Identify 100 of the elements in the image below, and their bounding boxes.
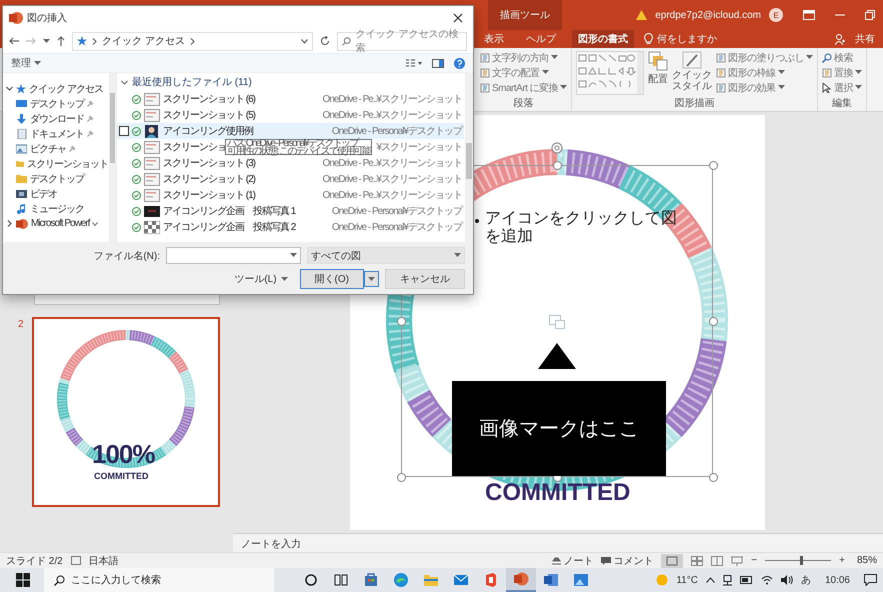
file-type-dropdown[interactable]: すべての図 [307, 247, 465, 264]
notification-icon[interactable] [864, 574, 877, 586]
file-name[interactable]: アイコンリング企画 投稿写真 1 [163, 206, 296, 217]
file-name[interactable]: アイコンリング企画 投稿写真 2 [163, 222, 296, 233]
search-field[interactable]: ここに入力して検索 [44, 568, 274, 592]
open-button[interactable]: 開く(O) [300, 269, 364, 289]
nav-item[interactable]: Microsoft Powerf [3, 216, 108, 231]
chevron-down-icon[interactable] [6, 85, 13, 92]
shapes-gallery[interactable] [576, 51, 644, 95]
chevron-up-icon[interactable] [706, 577, 715, 583]
caret-icon [454, 253, 461, 258]
wifi-icon[interactable] [760, 575, 773, 585]
file-name[interactable]: スクリーンショット (3) [163, 158, 255, 169]
cancel-button[interactable]: キャンセル [385, 269, 465, 289]
lightbulb-icon [644, 33, 653, 45]
account-email[interactable]: eprdpe7p2@icloud.com [655, 10, 761, 20]
language-label[interactable]: 日本語 [88, 554, 119, 568]
ribbon-command[interactable]: 図形の効果 [716, 81, 814, 94]
nav-item[interactable]: ミュージック [3, 201, 108, 216]
nav-item[interactable]: スクリーンショット [3, 156, 108, 171]
nav-item[interactable]: デスクトップ [3, 171, 108, 186]
slideshow-icon[interactable] [731, 556, 744, 566]
selected-file-row[interactable]: アイコンリング使用例 OneDrive - Personal¥デスクトップ [117, 123, 464, 139]
input-method-indicator[interactable]: あ [800, 573, 811, 587]
zoom-in-button[interactable]: + [839, 555, 845, 566]
file-name[interactable]: スクリーンショット (2) [163, 174, 255, 185]
ribbon-command[interactable]: 文字の配置 [480, 66, 568, 79]
ribbon-command[interactable]: 選択 [822, 81, 862, 94]
chevron-down-icon[interactable] [121, 78, 128, 86]
notes-field[interactable]: ノートを入力 [233, 533, 883, 554]
scrollbar[interactable] [109, 73, 116, 242]
preview-pane-icon[interactable] [432, 58, 444, 68]
nav-item[interactable]: デスクトップ [3, 96, 108, 111]
ribbon-tab[interactable]: 表示 [478, 30, 510, 48]
clock-time[interactable]: 10:06 [824, 574, 850, 586]
windows-logo-icon[interactable] [16, 573, 30, 587]
ribbon-command[interactable]: 置換 [822, 66, 862, 79]
battery-icon[interactable] [740, 576, 753, 584]
open-dropdown-button[interactable] [364, 271, 379, 287]
resize-handle[interactable] [397, 473, 406, 482]
comments-button[interactable]: コメント [601, 554, 654, 568]
checkbox[interactable] [119, 126, 129, 136]
person-icon [835, 34, 845, 44]
file-name[interactable]: アイコンリング使用例 [163, 126, 253, 137]
quick-style-button[interactable]: クイックスタイル [672, 51, 712, 92]
nav-item[interactable]: ピクチャ [3, 141, 108, 156]
notes-button[interactable]: ノート [552, 554, 594, 568]
resize-handle[interactable] [709, 161, 718, 170]
zoom-slider-thumb[interactable] [800, 556, 804, 565]
ribbon-tab[interactable]: 図形の書式 [572, 30, 634, 48]
nav-item[interactable]: ドキュメント [3, 126, 108, 141]
address-bar[interactable]: クイック アクセス [72, 32, 313, 50]
ribbon-command[interactable]: 図形の枠線 [716, 66, 814, 79]
ribbon-command[interactable]: 図形の塗りつぶし [716, 51, 814, 64]
file-location: OneDrive - Personal¥デスクトップ [332, 206, 462, 217]
powerpoint-app-icon[interactable] [506, 568, 536, 592]
group-header[interactable]: 最近使用したファイル (11) [117, 73, 464, 91]
resize-handle[interactable] [709, 473, 718, 482]
file-name[interactable]: スクリーンショ [163, 142, 226, 153]
search-icon [822, 52, 832, 62]
slide-sorter-icon[interactable] [691, 556, 704, 566]
powerpoint-icon [9, 12, 23, 24]
scrollbar[interactable] [465, 73, 473, 242]
reading-view-icon[interactable] [711, 556, 724, 566]
file-name-field[interactable] [166, 247, 301, 264]
weather-text[interactable]: 11°C [676, 574, 698, 586]
share-button[interactable]: 共有 [855, 32, 875, 46]
ribbon-tab[interactable]: ヘルプ [520, 30, 562, 48]
zoom-out-button[interactable]: − [751, 555, 758, 566]
help-icon[interactable] [454, 58, 465, 68]
nav-item[interactable]: ビデオ [3, 186, 108, 201]
chevron-right-icon[interactable] [6, 220, 13, 227]
file-name[interactable]: スクリーンショット (6) [163, 94, 255, 105]
arrange-button[interactable]: 配置 [648, 51, 668, 86]
ribbon-display-icon[interactable] [803, 10, 815, 20]
organize-menu[interactable]: 整理 [11, 56, 41, 70]
ribbon-command[interactable]: 検索 [822, 51, 862, 64]
back-arrow-icon[interactable] [9, 37, 19, 45]
file-name[interactable]: スクリーンショット (1) [163, 190, 255, 201]
rotate-handle[interactable] [551, 142, 563, 154]
avatar[interactable]: E [769, 8, 783, 22]
tell-me-field[interactable]: 何をしますか [657, 32, 717, 46]
zoom-level[interactable]: 85% [856, 555, 877, 566]
device-icon[interactable] [722, 574, 732, 586]
speaker-icon[interactable] [780, 575, 793, 585]
caret-icon [280, 276, 288, 282]
close-icon[interactable] [453, 12, 463, 22]
refresh-icon[interactable] [320, 36, 330, 46]
tools-menu[interactable]: ツール(L) [234, 272, 288, 286]
triangle-shape [538, 343, 576, 369]
file-name[interactable]: スクリーンショット (5) [163, 110, 255, 121]
nav-item[interactable]: ダウンロード [3, 111, 108, 126]
restore-icon[interactable] [865, 10, 875, 20]
ribbon-command[interactable]: SmartArt に変換 [480, 81, 568, 94]
ribbon-command[interactable]: 文字列の方向 [480, 51, 568, 64]
normal-view-icon[interactable] [661, 554, 684, 568]
up-arrow-icon[interactable] [57, 36, 65, 46]
nav-item[interactable]: クイック アクセス [3, 81, 108, 96]
spellcheck-icon[interactable] [70, 556, 81, 565]
view-options-icon[interactable] [406, 58, 422, 68]
